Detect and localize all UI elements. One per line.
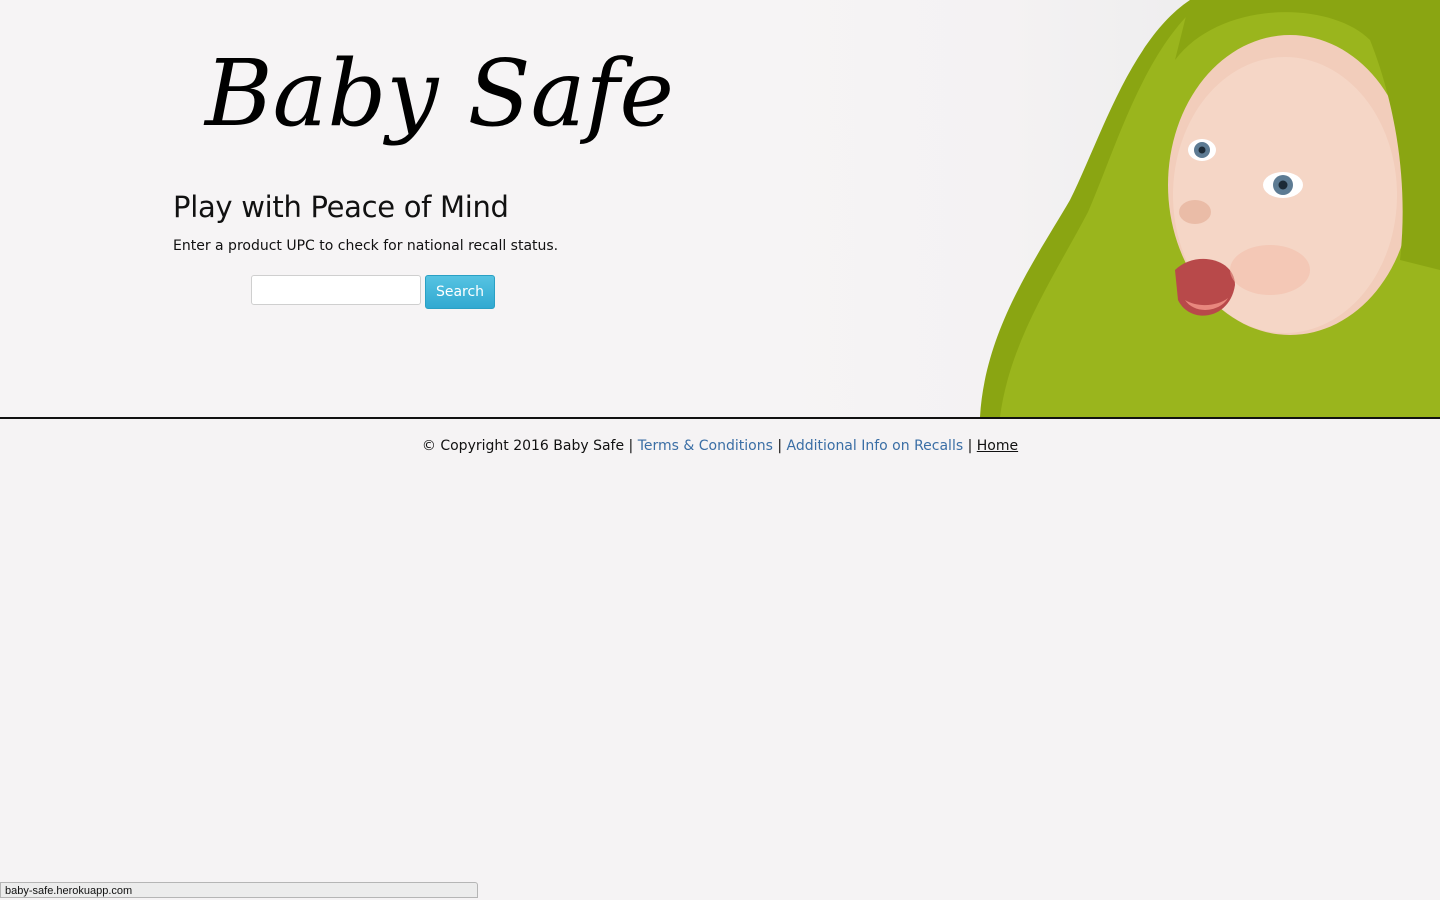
page-footer: © Copyright 2016 Baby Safe | Terms & Con… — [0, 438, 1440, 454]
footer-separator: | — [967, 438, 973, 454]
page-tagline: Play with Peace of Mind — [173, 190, 509, 224]
upc-search-form: Search — [251, 275, 495, 309]
footer-separator: | — [777, 438, 783, 454]
search-button[interactable]: Search — [425, 275, 495, 309]
home-link[interactable]: Home — [977, 438, 1018, 454]
terms-link[interactable]: Terms & Conditions — [638, 438, 773, 454]
browser-status-bar: baby-safe.herokuapp.com — [0, 882, 478, 898]
brand-logo: Baby Safe — [195, 20, 695, 195]
search-instructions: Enter a product UPC to check for nationa… — [173, 238, 559, 254]
baby-photo-icon — [770, 0, 1440, 417]
logo-text: Baby Safe — [203, 40, 674, 147]
footer-separator: | — [628, 438, 634, 454]
upc-search-input[interactable] — [251, 275, 421, 305]
recalls-info-link[interactable]: Additional Info on Recalls — [787, 438, 964, 454]
hero-banner: Baby Safe Play with Peace of Mind Enter … — [0, 0, 1440, 419]
copyright-text: © Copyright 2016 Baby Safe — [421, 438, 625, 454]
